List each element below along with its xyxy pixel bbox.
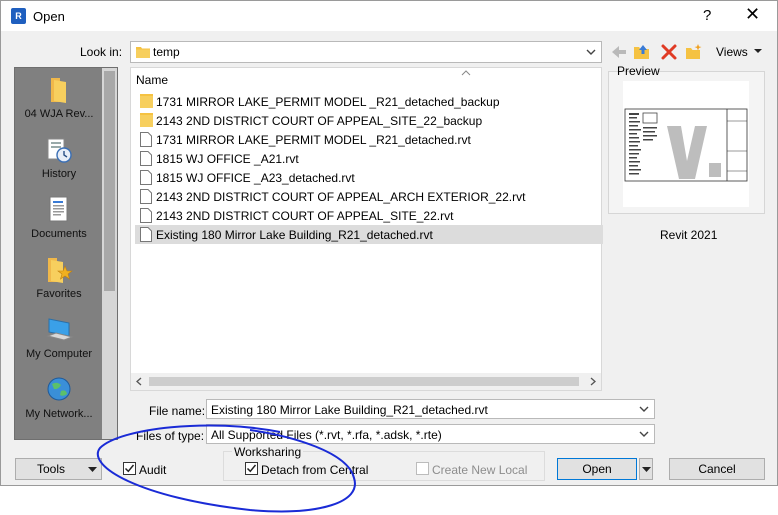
history-icon bbox=[47, 138, 72, 163]
scroll-right-icon[interactable] bbox=[589, 377, 597, 386]
computer-icon bbox=[46, 318, 74, 341]
documents-icon bbox=[49, 196, 68, 222]
open-button-label: Open bbox=[582, 462, 612, 476]
folder-icon bbox=[140, 113, 153, 127]
list-item-selected[interactable]: Existing 180 Mirror Lake Building_R21_de… bbox=[135, 225, 603, 244]
chevron-down-icon[interactable] bbox=[638, 428, 650, 440]
tools-button-label: Tools bbox=[37, 462, 66, 476]
file-icon bbox=[140, 151, 152, 166]
scroll-left-icon[interactable] bbox=[135, 377, 143, 386]
places-scroll-thumb[interactable] bbox=[104, 71, 115, 291]
tools-chevron-down-icon bbox=[88, 467, 97, 472]
list-item[interactable]: 1731 MIRROR LAKE_PERMIT MODEL _R21_detac… bbox=[135, 92, 603, 111]
dialog-title: Open bbox=[33, 9, 65, 24]
list-item[interactable]: 1731 MIRROR LAKE_PERMIT MODEL _R21_detac… bbox=[135, 130, 603, 149]
views-menu[interactable]: Views bbox=[716, 45, 748, 59]
file-list: Name 1731 MIRROR LAKE_PERMIT MODEL _R21_… bbox=[130, 67, 603, 391]
sort-chevron-up-icon bbox=[461, 68, 471, 78]
place-my-computer[interactable]: My Computer bbox=[15, 316, 103, 360]
list-item[interactable]: 2143 2ND DISTRICT COURT OF APPEAL_SITE_2… bbox=[135, 111, 603, 130]
chevron-down-icon[interactable] bbox=[585, 46, 597, 58]
list-item[interactable]: 1815 WJ OFFICE _A23_detached.rvt bbox=[135, 168, 603, 187]
horizontal-scrollbar[interactable] bbox=[131, 373, 601, 390]
delete-icon[interactable] bbox=[660, 43, 678, 61]
open-options-button[interactable] bbox=[639, 458, 653, 480]
open-button[interactable]: Open bbox=[557, 458, 637, 480]
place-04-wja[interactable]: 04 WJA Rev... bbox=[15, 76, 103, 120]
folder-icon bbox=[51, 78, 66, 103]
open-chevron-down-icon bbox=[642, 467, 651, 472]
revit-app-icon: R bbox=[11, 8, 26, 24]
look-in-label: Look in: bbox=[80, 45, 123, 59]
favorites-icon bbox=[48, 258, 73, 283]
file-name-label: File name: bbox=[149, 404, 206, 418]
views-chevron-down-icon[interactable] bbox=[753, 46, 763, 56]
preview-thumbnail bbox=[623, 81, 749, 207]
tools-button[interactable]: Tools bbox=[15, 458, 102, 480]
back-arrow-icon[interactable] bbox=[610, 43, 628, 61]
cancel-button-label: Cancel bbox=[698, 462, 736, 476]
folder-icon bbox=[136, 47, 150, 58]
checkmark-icon bbox=[124, 464, 135, 473]
place-my-network[interactable]: My Network... bbox=[15, 376, 103, 420]
help-button[interactable]: ? bbox=[703, 7, 711, 24]
detach-from-central-checkbox[interactable] bbox=[245, 462, 258, 475]
up-folder-icon[interactable] bbox=[633, 43, 651, 61]
network-icon bbox=[47, 377, 71, 401]
files-of-type-dropdown[interactable]: All Supported Files (*.rvt, *.rfa, *.ads… bbox=[206, 424, 655, 444]
list-item[interactable]: 2143 2ND DISTRICT COURT OF APPEAL_ARCH E… bbox=[135, 187, 603, 206]
title-bar: R Open ? ✕ bbox=[1, 1, 777, 31]
place-documents[interactable]: Documents bbox=[15, 196, 103, 240]
file-icon bbox=[140, 227, 152, 242]
look-in-value: temp bbox=[153, 45, 180, 59]
look-in-dropdown[interactable]: temp bbox=[130, 41, 602, 63]
place-favorites[interactable]: Favorites bbox=[15, 256, 103, 300]
create-new-local-label: Create New Local bbox=[432, 463, 528, 477]
list-item[interactable]: 1815 WJ OFFICE _A21.rvt bbox=[135, 149, 603, 168]
new-folder-icon[interactable] bbox=[685, 43, 703, 61]
places-scrollbar[interactable] bbox=[102, 68, 117, 439]
horizontal-scroll-thumb[interactable] bbox=[149, 377, 579, 386]
place-history[interactable]: History bbox=[15, 136, 103, 180]
file-icon bbox=[140, 208, 152, 223]
file-icon bbox=[140, 170, 152, 185]
preview-panel bbox=[608, 71, 765, 214]
detach-from-central-label: Detach from Central bbox=[261, 463, 369, 477]
checkmark-icon bbox=[246, 464, 257, 473]
audit-checkbox[interactable] bbox=[123, 462, 136, 475]
file-name-field[interactable]: Existing 180 Mirror Lake Building_R21_de… bbox=[206, 399, 655, 419]
list-item[interactable]: 2143 2ND DISTRICT COURT OF APPEAL_SITE_2… bbox=[135, 206, 603, 225]
audit-label: Audit bbox=[139, 463, 167, 477]
revit-version-label: Revit 2021 bbox=[660, 228, 718, 242]
open-dialog: R Open ? ✕ Look in: temp Views 04 WJA Re… bbox=[0, 0, 778, 486]
file-icon bbox=[140, 132, 152, 147]
close-button[interactable]: ✕ bbox=[745, 4, 760, 25]
create-new-local-checkbox[interactable] bbox=[416, 462, 429, 475]
preview-label: Preview bbox=[617, 64, 660, 78]
chevron-down-icon[interactable] bbox=[638, 403, 650, 415]
folder-icon bbox=[140, 94, 153, 108]
file-icon bbox=[140, 189, 152, 204]
places-bar: 04 WJA Rev... History Documents Favorite… bbox=[14, 67, 118, 440]
files-of-type-label: Files of type: bbox=[136, 429, 205, 443]
files-of-type-value: All Supported Files (*.rvt, *.rfa, *.ads… bbox=[211, 428, 442, 442]
column-header-name[interactable]: Name bbox=[136, 73, 168, 87]
worksharing-group-title: Worksharing bbox=[232, 445, 304, 459]
cancel-button[interactable]: Cancel bbox=[669, 458, 765, 480]
file-name-value: Existing 180 Mirror Lake Building_R21_de… bbox=[211, 403, 488, 417]
